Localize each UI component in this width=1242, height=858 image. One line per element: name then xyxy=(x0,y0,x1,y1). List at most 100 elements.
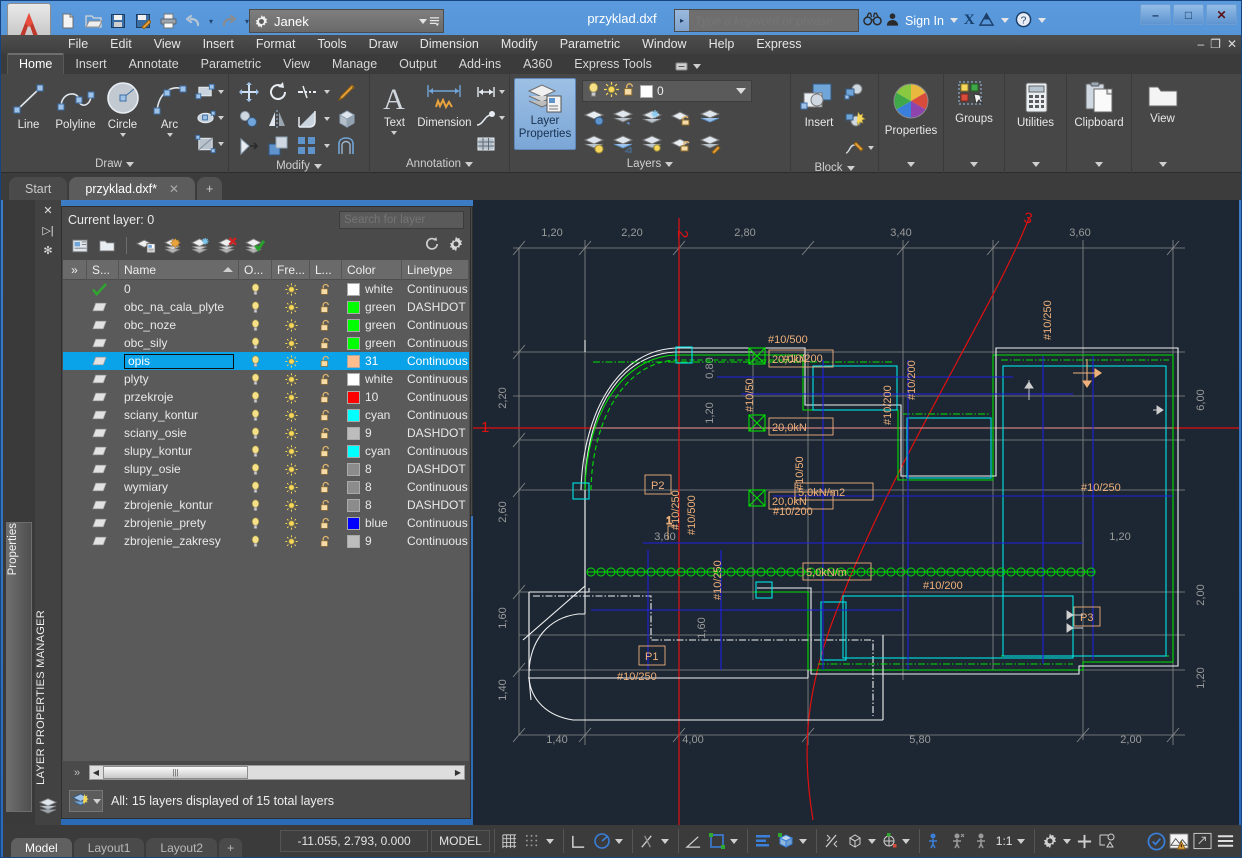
chevron-down-icon[interactable] xyxy=(736,88,746,94)
rectangle-dropdown-icon[interactable] xyxy=(218,90,224,94)
color-swatch[interactable] xyxy=(347,516,360,530)
layer-color-cell[interactable]: cyan xyxy=(342,406,402,424)
fullscreen-icon[interactable] xyxy=(1192,830,1212,852)
layer-color-cell[interactable]: 8 xyxy=(342,478,402,496)
layer-color-cell[interactable]: 9 xyxy=(342,424,402,442)
space-indicator[interactable]: MODEL xyxy=(431,830,490,852)
create-block-icon[interactable] xyxy=(843,80,867,104)
help-icon[interactable]: ? xyxy=(1015,11,1032,31)
column-color[interactable]: Color xyxy=(342,259,402,280)
layer-thaw-icon[interactable] xyxy=(640,132,664,156)
performance-warning-icon[interactable] xyxy=(1169,830,1189,852)
layer-linetype-cell[interactable]: Continuous xyxy=(402,316,469,334)
user-icon[interactable] xyxy=(885,11,900,30)
layer-color-cell[interactable]: cyan xyxy=(342,442,402,460)
layer-freeze-toggle[interactable] xyxy=(272,370,310,388)
menu-item-format[interactable]: Format xyxy=(245,35,307,54)
layer-row[interactable]: zbrojenie_kontur 8 DASHDOT xyxy=(63,496,469,514)
array-icon[interactable] xyxy=(295,134,319,158)
chevron-down-icon[interactable] xyxy=(1031,162,1040,167)
ribbon-tab-express-tools[interactable]: Express Tools xyxy=(563,55,663,74)
ribbon-tab-insert[interactable]: Insert xyxy=(64,55,117,74)
dynamic-ucs-dropdown-icon[interactable] xyxy=(901,838,910,844)
snap-mode-icon[interactable] xyxy=(523,830,543,852)
layer-status-icon[interactable] xyxy=(87,442,119,460)
color-swatch[interactable] xyxy=(347,390,360,404)
new-layout-button[interactable]: + xyxy=(219,838,243,857)
layer-freeze-toggle[interactable] xyxy=(272,316,310,334)
chevron-down-icon[interactable] xyxy=(665,162,674,167)
menu-item-view[interactable]: View xyxy=(143,35,192,54)
menu-item-modify[interactable]: Modify xyxy=(490,35,549,54)
ribbon-panel-draw-title[interactable]: Draw xyxy=(1,156,228,173)
gear-icon[interactable] xyxy=(1040,830,1060,852)
array-dropdown-icon[interactable] xyxy=(324,144,330,148)
new-layer-icon[interactable] xyxy=(161,234,185,258)
view-button[interactable]: View xyxy=(1137,78,1189,125)
angle-icon[interactable] xyxy=(684,830,704,852)
column-freeze[interactable]: Fre... xyxy=(272,259,310,280)
block-insert-button[interactable]: Insert xyxy=(795,78,843,129)
layer-lock-toggle[interactable] xyxy=(310,370,342,388)
layer-lock-icon[interactable] xyxy=(669,105,693,129)
layer-lock-toggle[interactable] xyxy=(310,442,342,460)
layer-freeze-toggle[interactable] xyxy=(272,298,310,316)
layer-name-cell[interactable]: slupy_osie xyxy=(119,460,239,478)
layer-on-toggle[interactable] xyxy=(239,388,272,406)
doc-close-icon[interactable]: ✕ xyxy=(1227,37,1237,51)
layer-color-cell[interactable]: green xyxy=(342,334,402,352)
layer-freeze-toggle[interactable] xyxy=(272,514,310,532)
layer-status-icon[interactable] xyxy=(87,370,119,388)
linear-dimension-icon[interactable] xyxy=(474,80,498,104)
layer-name-cell[interactable]: sciany_osie xyxy=(119,424,239,442)
grid-display-icon[interactable] xyxy=(500,830,520,852)
groups-button[interactable]: Groups xyxy=(948,78,1000,125)
color-swatch[interactable] xyxy=(347,498,360,512)
layer-freeze-toggle[interactable] xyxy=(272,442,310,460)
layer-lock-toggle[interactable] xyxy=(310,388,342,406)
layer-row[interactable]: obc_sily green Continuous xyxy=(63,334,469,352)
document-tab[interactable]: przyklad.dxf* ✕ xyxy=(69,177,196,200)
rotate-icon[interactable] xyxy=(266,80,290,104)
layout-tab-model[interactable]: Model xyxy=(11,838,72,857)
unlock-icon[interactable] xyxy=(623,82,636,100)
layer-linetype-cell[interactable]: Continuous xyxy=(402,514,469,532)
column-name[interactable]: Name xyxy=(119,259,239,280)
scroll-thumb[interactable]: ||| xyxy=(103,766,248,779)
layer-on-toggle[interactable] xyxy=(239,496,272,514)
menu-item-help[interactable]: Help xyxy=(698,35,746,54)
menu-item-file[interactable]: File xyxy=(57,35,99,54)
dynamic-ucs-icon[interactable] xyxy=(879,830,899,852)
layer-linetype-cell[interactable]: Continuous xyxy=(402,406,469,424)
help-search-box[interactable]: ▸ xyxy=(674,9,859,32)
3d-snap-dropdown-icon[interactable] xyxy=(867,838,876,844)
layer-row[interactable]: przekroje 10 Continuous xyxy=(63,388,469,406)
help-chevron-icon[interactable] xyxy=(1037,18,1046,23)
layer-on-toggle[interactable] xyxy=(239,532,272,550)
gear-icon[interactable] xyxy=(448,236,464,255)
annotation-visibility-person-icon[interactable] xyxy=(948,830,968,852)
layer-freeze-toggle[interactable] xyxy=(272,460,310,478)
layer-lock-toggle[interactable] xyxy=(310,478,342,496)
block-dropdown-icon[interactable] xyxy=(868,146,874,150)
lightbulb-icon[interactable] xyxy=(587,82,600,100)
layer-linetype-cell[interactable]: Continuous xyxy=(402,388,469,406)
layer-linetype-cell[interactable]: DASHDOT xyxy=(402,460,469,478)
chevron-down-icon[interactable] xyxy=(1095,162,1103,167)
chevron-down-icon[interactable] xyxy=(970,162,978,167)
maximize-button[interactable]: □ xyxy=(1173,4,1204,25)
layer-name-cell[interactable]: wymiary xyxy=(119,478,239,496)
annotation-dimension-button[interactable]: Dimension xyxy=(415,78,474,129)
layer-on-toggle[interactable] xyxy=(239,316,272,334)
menu-item-parametric[interactable]: Parametric xyxy=(549,35,631,54)
layer-search-box[interactable] xyxy=(339,211,511,229)
document-tab[interactable]: Start xyxy=(9,177,68,200)
layer-lock-toggle[interactable] xyxy=(310,514,342,532)
isolate-objects-icon[interactable] xyxy=(776,830,796,852)
settings-dropdown-icon[interactable] xyxy=(1063,838,1072,844)
layer-freeze-toggle[interactable] xyxy=(272,388,310,406)
ribbon-tab-home[interactable]: Home xyxy=(7,53,65,74)
menu-item-express[interactable]: Express xyxy=(745,35,812,54)
layout-tab-layout1[interactable]: Layout1 xyxy=(73,838,145,857)
layer-previous-icon[interactable] xyxy=(611,105,635,129)
